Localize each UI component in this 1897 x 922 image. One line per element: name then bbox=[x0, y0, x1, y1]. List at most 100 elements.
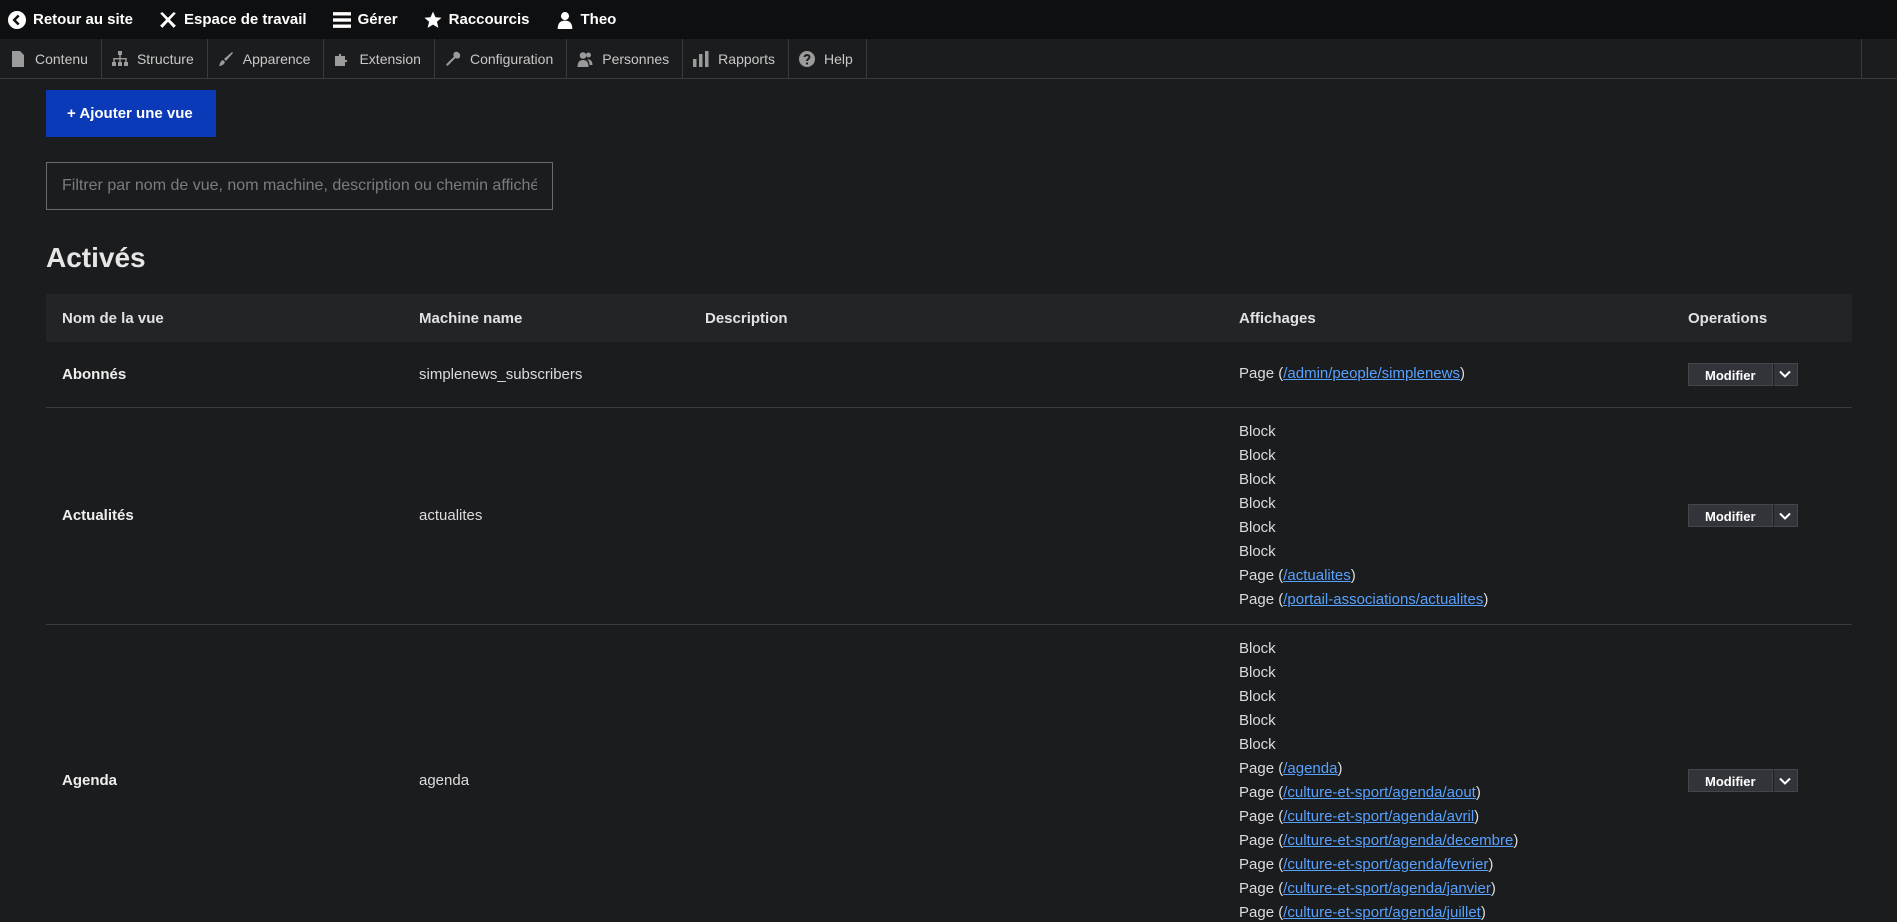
display-entry: Block bbox=[1239, 444, 1672, 468]
shortcuts-link[interactable]: Raccourcis bbox=[424, 0, 542, 39]
chevron-down-icon bbox=[1779, 777, 1791, 785]
machine-name: actualites bbox=[419, 507, 483, 524]
tray-item-label: Help bbox=[823, 50, 853, 67]
tray-item-label: Personnes bbox=[602, 50, 670, 67]
tray-item-rapports[interactable]: Rapports bbox=[683, 39, 789, 78]
section-title: Activés bbox=[46, 242, 146, 273]
display-entry: Page (/culture-et-sport/agenda/juillet) bbox=[1239, 903, 1486, 921]
display-entry: Page (/culture-et-sport/agenda/decembre) bbox=[1239, 831, 1519, 849]
file-icon bbox=[12, 50, 24, 67]
manage-label: Gérer bbox=[357, 11, 398, 28]
tray-item-apparence[interactable]: Apparence bbox=[208, 39, 325, 78]
tray-end-divider bbox=[1861, 39, 1862, 78]
tray-item-help[interactable]: Help bbox=[789, 39, 867, 78]
display-entry: Page (/portail-associations/actualites) bbox=[1239, 590, 1489, 608]
column-header-description: Description bbox=[705, 309, 788, 327]
display-path-link[interactable]: /admin/people/simplenews bbox=[1283, 365, 1460, 382]
views-table-body: Abonnés simplenews_subscribers Page (/admi… bbox=[46, 342, 1852, 922]
display-path-link[interactable]: /agenda bbox=[1283, 760, 1337, 777]
tray-item-contenu[interactable]: Contenu bbox=[0, 39, 102, 78]
hierarchy-icon bbox=[111, 50, 128, 66]
tray-item-label: Configuration bbox=[469, 50, 554, 67]
display-type: Block bbox=[1239, 687, 1276, 705]
display-entry: Block bbox=[1239, 637, 1672, 661]
display-path-link[interactable]: /culture-et-sport/agenda/fevrier bbox=[1283, 856, 1488, 873]
display-type: Page bbox=[1239, 879, 1275, 897]
add-view-button[interactable]: + Ajouter une vue bbox=[46, 90, 216, 137]
manage-link[interactable]: Gérer bbox=[332, 0, 410, 39]
workspace-link[interactable]: Espace de travail bbox=[159, 0, 319, 39]
display-type: Block bbox=[1239, 494, 1276, 512]
user-icon bbox=[557, 11, 572, 29]
display-type: Page bbox=[1239, 566, 1275, 584]
machine-name: simplenews_subscribers bbox=[419, 365, 583, 383]
display-entry: Block bbox=[1239, 685, 1672, 709]
display-entry: Page (/agenda) bbox=[1239, 759, 1343, 777]
puzzle-icon bbox=[335, 53, 348, 66]
display-path-link[interactable]: /culture-et-sport/agenda/decembre bbox=[1283, 832, 1513, 849]
operations-toggle[interactable] bbox=[1772, 504, 1798, 527]
view-displays: Block Block Block Block Block Page (/agenda) P… bbox=[1223, 624, 1672, 922]
display-entry: Block bbox=[1239, 492, 1672, 516]
display-type: Block bbox=[1239, 518, 1276, 536]
display-entry: Block bbox=[1239, 420, 1672, 444]
view-name: Abonnés bbox=[62, 365, 127, 383]
column-header-displays: Affichages bbox=[1239, 309, 1316, 327]
modify-button[interactable]: Modifier bbox=[1688, 504, 1773, 527]
display-entry: Block bbox=[1239, 733, 1672, 757]
workspace-label: Espace de travail bbox=[184, 11, 307, 28]
tray-item-structure[interactable]: Structure bbox=[102, 39, 208, 78]
modify-button[interactable]: Modifier bbox=[1688, 769, 1773, 792]
view-name: Actualités bbox=[62, 507, 134, 524]
modify-button[interactable]: Modifier bbox=[1688, 362, 1773, 386]
displays-list: Block Block Block Block Block Block Page (/act… bbox=[1239, 408, 1672, 624]
display-type: Block bbox=[1239, 542, 1276, 560]
chevron-down-icon bbox=[1779, 512, 1791, 520]
display-type: Page bbox=[1239, 807, 1275, 825]
display-entry: Page (/admin/people/simplenews) bbox=[1239, 365, 1465, 383]
back-to-site-link[interactable]: Retour au site bbox=[8, 0, 145, 39]
people-icon bbox=[577, 51, 593, 67]
display-entry: Page (/culture-et-sport/agenda/janvier) bbox=[1239, 879, 1496, 897]
view-description bbox=[689, 407, 1223, 624]
display-entry: Block bbox=[1239, 468, 1672, 492]
display-path-link[interactable]: /culture-et-sport/agenda/janvier bbox=[1283, 880, 1491, 897]
display-entry: Page (/culture-et-sport/agenda/avril) bbox=[1239, 807, 1480, 825]
display-entry: Page (/culture-et-sport/agenda/fevrier) bbox=[1239, 855, 1494, 873]
table-row: Actualités actualites Block Block Block Block… bbox=[46, 407, 1852, 624]
display-path-link[interactable]: /portail-associations/actualites bbox=[1283, 591, 1483, 608]
tray-item-label: Rapports bbox=[718, 50, 775, 67]
table-row: Abonnés simplenews_subscribers Page (/admi… bbox=[46, 342, 1852, 407]
view-operations: Modifier bbox=[1672, 342, 1852, 407]
display-type: Block bbox=[1239, 663, 1276, 681]
tray-item-label: Apparence bbox=[242, 50, 311, 67]
display-entry: Page (/actualites) bbox=[1239, 566, 1356, 584]
operations-dropbutton: Modifier bbox=[1688, 504, 1798, 527]
display-type: Page bbox=[1239, 783, 1275, 801]
operations-toggle[interactable] bbox=[1772, 362, 1798, 386]
display-path-link[interactable]: /actualites bbox=[1283, 567, 1351, 584]
operations-dropbutton: Modifier bbox=[1688, 769, 1798, 792]
tray-item-configuration[interactable]: Configuration bbox=[435, 39, 568, 78]
hamburger-icon bbox=[332, 11, 351, 28]
display-type: Block bbox=[1239, 735, 1276, 753]
view-displays: Page (/admin/people/simplenews) bbox=[1223, 342, 1672, 407]
tray-item-personnes[interactable]: Personnes bbox=[567, 39, 684, 78]
tray-item-label: Contenu bbox=[35, 50, 88, 67]
display-path-link[interactable]: /culture-et-sport/agenda/avril bbox=[1283, 808, 1474, 825]
user-link[interactable]: Theo bbox=[556, 0, 629, 39]
display-path-link[interactable]: /culture-et-sport/agenda/juillet bbox=[1283, 904, 1481, 921]
table-row: Agenda agenda Block Block Block Block Block Pag… bbox=[46, 624, 1852, 922]
display-entry: Block bbox=[1239, 516, 1672, 540]
back-to-site-label: Retour au site bbox=[33, 11, 134, 28]
admin-tray: Contenu Structure Apparence Extension Co… bbox=[0, 39, 1897, 79]
display-path-link[interactable]: /culture-et-sport/agenda/aout bbox=[1283, 784, 1476, 801]
brush-icon bbox=[218, 51, 233, 66]
tray-item-extension[interactable]: Extension bbox=[324, 39, 435, 78]
display-type: Page bbox=[1239, 590, 1275, 608]
filter-input[interactable] bbox=[46, 162, 553, 210]
operations-toggle[interactable] bbox=[1772, 769, 1798, 792]
view-operations: Modifier bbox=[1672, 407, 1852, 624]
view-name: Agenda bbox=[62, 772, 118, 789]
display-type: Page bbox=[1239, 903, 1275, 921]
